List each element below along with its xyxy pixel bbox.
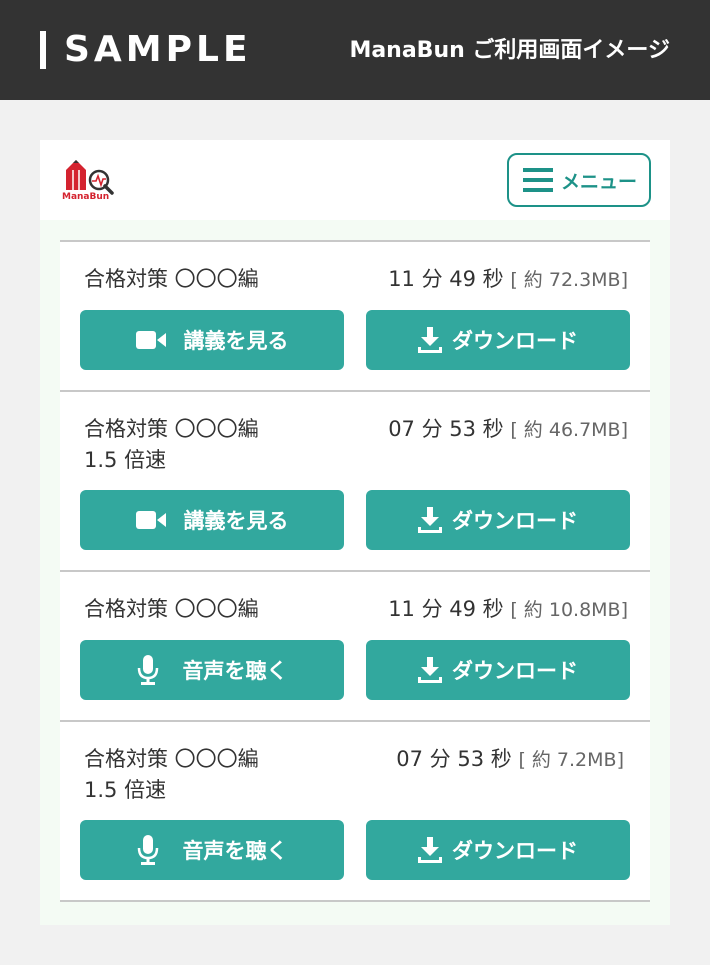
- download-label: ダウンロード: [452, 329, 578, 353]
- app-screen: ManaBun メニュー 合格対策 〇〇〇編 11 分 49 秒 [ 約 72.…: [40, 140, 670, 925]
- banner-bar-mark: [40, 31, 46, 69]
- download-button[interactable]: ダウンロード: [366, 640, 630, 700]
- lecture-item: 合格対策 〇〇〇編 11 分 49 秒 [ 約 72.3MB] 講義を見る ダウ…: [60, 240, 650, 390]
- lecture-item: 合格対策 〇〇〇編 11 分 49 秒 [ 約 10.8MB] 音声を聴く ダウ…: [60, 570, 650, 720]
- download-icon: [418, 657, 442, 683]
- download-label: ダウンロード: [452, 659, 578, 683]
- video-camera-icon: [135, 509, 166, 531]
- lecture-meta: 07 分 53 秒 [ 約 46.7MB]: [388, 414, 628, 446]
- hamburger-icon: [523, 168, 553, 192]
- lecture-item: 合格対策 〇〇〇編 1.5 倍速 07 分 53 秒 [ 約 7.2MB] 音声…: [60, 720, 650, 902]
- lecture-list: 合格対策 〇〇〇編 11 分 49 秒 [ 約 72.3MB] 講義を見る ダウ…: [60, 240, 650, 902]
- listen-audio-button[interactable]: 音声を聴く: [80, 640, 344, 700]
- app-header: ManaBun メニュー: [40, 140, 670, 220]
- lecture-size: [ 約 7.2MB]: [518, 749, 624, 771]
- download-button[interactable]: ダウンロード: [366, 310, 630, 370]
- lecture-size: [ 約 72.3MB]: [510, 269, 628, 291]
- watch-lecture-label: 講義を見る: [183, 509, 289, 533]
- microphone-icon: [137, 655, 159, 685]
- logo-text: ManaBun: [62, 192, 110, 202]
- lecture-duration: 07 分 53 秒: [388, 417, 504, 441]
- lecture-size: [ 約 46.7MB]: [510, 419, 628, 441]
- listen-audio-label: 音声を聴く: [182, 659, 288, 683]
- lecture-duration: 11 分 49 秒: [388, 597, 504, 621]
- download-icon: [418, 837, 442, 863]
- lecture-item: 合格対策 〇〇〇編 1.5 倍速 07 分 53 秒 [ 約 46.7MB] 講…: [60, 390, 650, 570]
- lecture-speed: 1.5 倍速: [84, 778, 167, 802]
- download-button[interactable]: ダウンロード: [366, 490, 630, 550]
- watch-lecture-button[interactable]: 講義を見る: [80, 310, 344, 370]
- menu-button[interactable]: メニュー: [507, 153, 651, 207]
- download-label: ダウンロード: [452, 839, 578, 863]
- sample-label: SAMPLE: [64, 29, 252, 70]
- lecture-meta: 07 分 53 秒 [ 約 7.2MB]: [396, 744, 624, 776]
- lecture-title: 合格対策 〇〇〇編 1.5 倍速: [84, 744, 314, 806]
- sample-banner: SAMPLE ManaBun ご利用画面イメージ: [0, 0, 710, 100]
- lecture-size: [ 約 10.8MB]: [510, 599, 628, 621]
- watch-lecture-button[interactable]: 講義を見る: [80, 490, 344, 550]
- download-icon: [418, 327, 442, 353]
- download-icon: [418, 507, 442, 533]
- download-label: ダウンロード: [452, 509, 578, 533]
- lecture-meta: 11 分 49 秒 [ 約 10.8MB]: [388, 594, 628, 626]
- watch-lecture-label: 講義を見る: [183, 329, 289, 353]
- lecture-duration: 11 分 49 秒: [388, 267, 504, 291]
- video-camera-icon: [135, 329, 166, 351]
- lecture-title: 合格対策 〇〇〇編: [84, 267, 259, 291]
- lecture-title: 合格対策 〇〇〇編 1.5 倍速: [84, 414, 314, 476]
- listen-audio-button[interactable]: 音声を聴く: [80, 820, 344, 880]
- lecture-duration: 07 分 53 秒: [396, 747, 512, 771]
- listen-audio-label: 音声を聴く: [182, 839, 288, 863]
- menu-button-label: メニュー: [561, 170, 638, 193]
- lecture-title: 合格対策 〇〇〇編: [84, 597, 259, 621]
- lecture-speed: 1.5 倍速: [84, 448, 167, 472]
- banner-caption: ManaBun ご利用画面イメージ: [349, 38, 670, 63]
- microphone-icon: [137, 835, 159, 865]
- download-button[interactable]: ダウンロード: [366, 820, 630, 880]
- lecture-meta: 11 分 49 秒 [ 約 72.3MB]: [388, 264, 628, 296]
